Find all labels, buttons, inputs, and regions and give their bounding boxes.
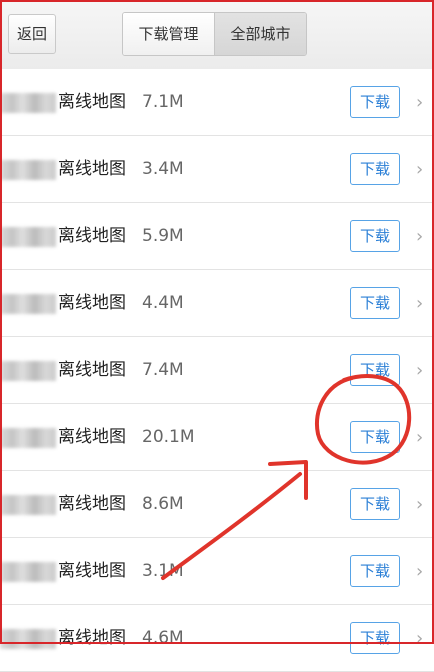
map-name: 离线地图 — [58, 293, 126, 313]
segmented-tabs: 下载管理 全部城市 — [122, 12, 307, 56]
chevron-right-icon[interactable]: › — [416, 538, 423, 605]
blurred-city-name — [0, 227, 56, 247]
map-size: 20.1M — [142, 427, 195, 447]
map-size: 3.1M — [142, 561, 184, 581]
blurred-city-name — [0, 160, 56, 180]
blurred-city-name — [0, 562, 56, 582]
chevron-right-icon[interactable]: › — [416, 337, 423, 404]
chevron-right-icon[interactable]: › — [416, 471, 423, 538]
map-name: 离线地图 — [58, 628, 126, 648]
map-size: 4.6M — [142, 628, 184, 648]
city-map-list: 离线地图 7.1M 下载 › 离线地图 3.4M 下载 › 离线地图 5.9M … — [0, 69, 434, 672]
map-size: 7.1M — [142, 92, 184, 112]
blurred-city-name — [0, 428, 56, 448]
map-name: 离线地图 — [58, 360, 126, 380]
list-item[interactable]: 离线地图 8.6M 下载 › — [0, 471, 434, 538]
map-name: 离线地图 — [58, 561, 126, 581]
tab-download-manager[interactable]: 下载管理 — [123, 13, 214, 55]
download-button[interactable]: 下载 — [350, 86, 400, 118]
list-item[interactable]: 离线地图 20.1M 下载 › — [0, 404, 434, 471]
map-size: 5.9M — [142, 226, 184, 246]
download-button[interactable]: 下载 — [350, 622, 400, 654]
download-button[interactable]: 下载 — [350, 220, 400, 252]
chevron-right-icon[interactable]: › — [416, 270, 423, 337]
blurred-city-name — [0, 93, 56, 113]
download-button[interactable]: 下载 — [350, 287, 400, 319]
blurred-city-name — [0, 629, 56, 649]
map-name: 离线地图 — [58, 427, 126, 447]
download-button[interactable]: 下载 — [350, 421, 400, 453]
download-button[interactable]: 下载 — [350, 354, 400, 386]
blurred-city-name — [0, 294, 56, 314]
map-name: 离线地图 — [58, 92, 126, 112]
list-item[interactable]: 离线地图 3.1M 下载 › — [0, 538, 434, 605]
chevron-right-icon[interactable]: › — [416, 136, 423, 203]
chevron-right-icon[interactable]: › — [416, 69, 423, 136]
blurred-city-name — [0, 361, 56, 381]
list-item[interactable]: 离线地图 3.4M 下载 › — [0, 136, 434, 203]
download-button[interactable]: 下载 — [350, 555, 400, 587]
tab-all-cities[interactable]: 全部城市 — [214, 13, 306, 55]
map-name: 离线地图 — [58, 494, 126, 514]
map-name: 离线地图 — [58, 159, 126, 179]
list-item[interactable]: 离线地图 5.9M 下载 › — [0, 203, 434, 270]
download-button[interactable]: 下载 — [350, 153, 400, 185]
list-item[interactable]: 离线地图 7.4M 下载 › — [0, 337, 434, 404]
map-name: 离线地图 — [58, 226, 126, 246]
chevron-right-icon[interactable]: › — [416, 605, 423, 672]
blurred-city-name — [0, 495, 56, 515]
list-item[interactable]: 离线地图 4.6M 下载 › — [0, 605, 434, 672]
chevron-right-icon[interactable]: › — [416, 203, 423, 270]
map-size: 4.4M — [142, 293, 184, 313]
list-item[interactable]: 离线地图 4.4M 下载 › — [0, 270, 434, 337]
list-item[interactable]: 离线地图 7.1M 下载 › — [0, 69, 434, 136]
chevron-right-icon[interactable]: › — [416, 404, 423, 471]
download-button[interactable]: 下载 — [350, 488, 400, 520]
top-bar: 返回 下载管理 全部城市 — [0, 0, 434, 70]
map-size: 3.4M — [142, 159, 184, 179]
map-size: 7.4M — [142, 360, 184, 380]
map-size: 8.6M — [142, 494, 184, 514]
back-button[interactable]: 返回 — [8, 14, 56, 54]
